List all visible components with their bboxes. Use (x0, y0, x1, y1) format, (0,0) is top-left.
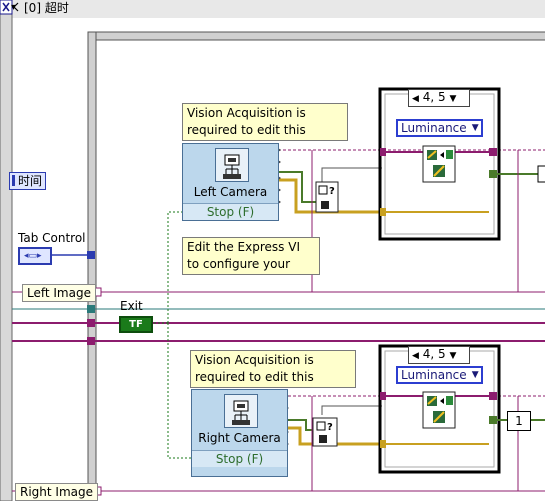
bottom-index-constant[interactable]: 1 (507, 411, 531, 431)
case-structure-header (0, 0, 545, 18)
right-image-terminal[interactable]: Right Image (15, 483, 98, 501)
tunnel-teal (87, 305, 95, 313)
bottom-case-selector[interactable]: ◀ 4, 5 ▼ (408, 346, 470, 364)
top-query-icon-box (318, 185, 328, 195)
bottom-query-icon-box (316, 421, 326, 431)
case-structure-border (0, 0, 13, 501)
sequence-frame-top-strip (87, 31, 545, 41)
terminal-marker-icon (12, 175, 15, 186)
bottom-case-tunnel-out (489, 392, 497, 400)
left-camera-title: Left Camera (193, 185, 268, 199)
top-case-tunnel-out (489, 148, 497, 156)
top-luminance-dropdown-icon[interactable]: ▼ (472, 121, 479, 135)
left-camera-express-vi[interactable]: Left Camera Stop (F) (182, 143, 279, 221)
bottom-vision-note: Vision Acquisition is required to edit t… (190, 350, 356, 388)
time-terminal[interactable]: 时间 (9, 172, 47, 190)
tunnel-image-b (87, 337, 95, 345)
bottom-luminance-value: Luminance (401, 368, 467, 382)
top-case-error-in (380, 208, 386, 216)
top-output-node (537, 165, 545, 183)
right-camera-title: Right Camera (198, 431, 281, 445)
top-luminance-value: Luminance (401, 121, 467, 135)
bottom-link-wire (321, 405, 382, 415)
top-case-selector-value: 4, 5 (422, 90, 446, 104)
exit-bool-constant[interactable]: TF (119, 316, 153, 333)
bottom-query-error-box (319, 435, 327, 443)
top-edit-note: Edit the Express VI to configure your (182, 237, 320, 275)
top-case-dropdown-icon[interactable]: ▼ (449, 94, 456, 104)
top-extract-img-b (446, 150, 453, 159)
tab-control-terminal[interactable]: ◂▭▸ (18, 247, 52, 265)
tunnel-tab-control (87, 251, 95, 259)
bottom-luminance-constant[interactable]: Luminance ▼ (396, 366, 483, 384)
top-case-left-arrow-icon[interactable]: ◀ (412, 94, 419, 104)
bottom-case-tunnel-in (380, 392, 386, 400)
exit-label: Exit (120, 299, 143, 313)
bool-wire-to-right-stop (167, 323, 192, 459)
top-case-selector[interactable]: ◀ 4, 5 ▼ (408, 89, 470, 107)
bottom-extract-img-b (446, 396, 453, 405)
bottom-case-error-in (380, 440, 386, 448)
left-image-terminal[interactable]: Left Image (22, 284, 96, 302)
top-luminance-constant[interactable]: Luminance ▼ (396, 119, 483, 137)
time-terminal-label: 时间 (18, 174, 43, 188)
left-camera-stop-input[interactable]: Stop (F) (183, 203, 278, 220)
top-query-error-box (321, 201, 329, 209)
tunnel-image-a (87, 319, 95, 327)
case-selector-dropdown-icon[interactable]: ▾ (11, 1, 16, 15)
bottom-case-ref-out (489, 416, 497, 424)
top-case-tunnel-in (380, 148, 386, 156)
top-case-ref-out (489, 170, 497, 178)
bottom-case-dropdown-icon[interactable]: ▼ (449, 351, 456, 361)
top-vision-note: Vision Acquisition is required to edit t… (182, 103, 348, 141)
bottom-case-left-arrow-icon[interactable]: ◀ (412, 351, 419, 361)
tab-control-icon: ◂▭▸ (24, 251, 42, 261)
camera-icon (224, 394, 258, 428)
bottom-luminance-dropdown-icon[interactable]: ▼ (472, 368, 479, 382)
top-query-mark: ? (329, 186, 335, 197)
camera-icon (215, 148, 249, 182)
case-selector-label[interactable]: [0] 超时 (24, 1, 69, 15)
bottom-case-selector-value: 4, 5 (422, 347, 446, 361)
sequence-frame-left-strip (87, 31, 97, 501)
right-camera-express-vi[interactable]: Right Camera Stop (F) (191, 389, 288, 477)
bottom-query-mark: ? (327, 422, 333, 433)
right-camera-stop-input[interactable]: Stop (F) (192, 450, 287, 467)
tab-control-label: Tab Control (18, 231, 86, 245)
